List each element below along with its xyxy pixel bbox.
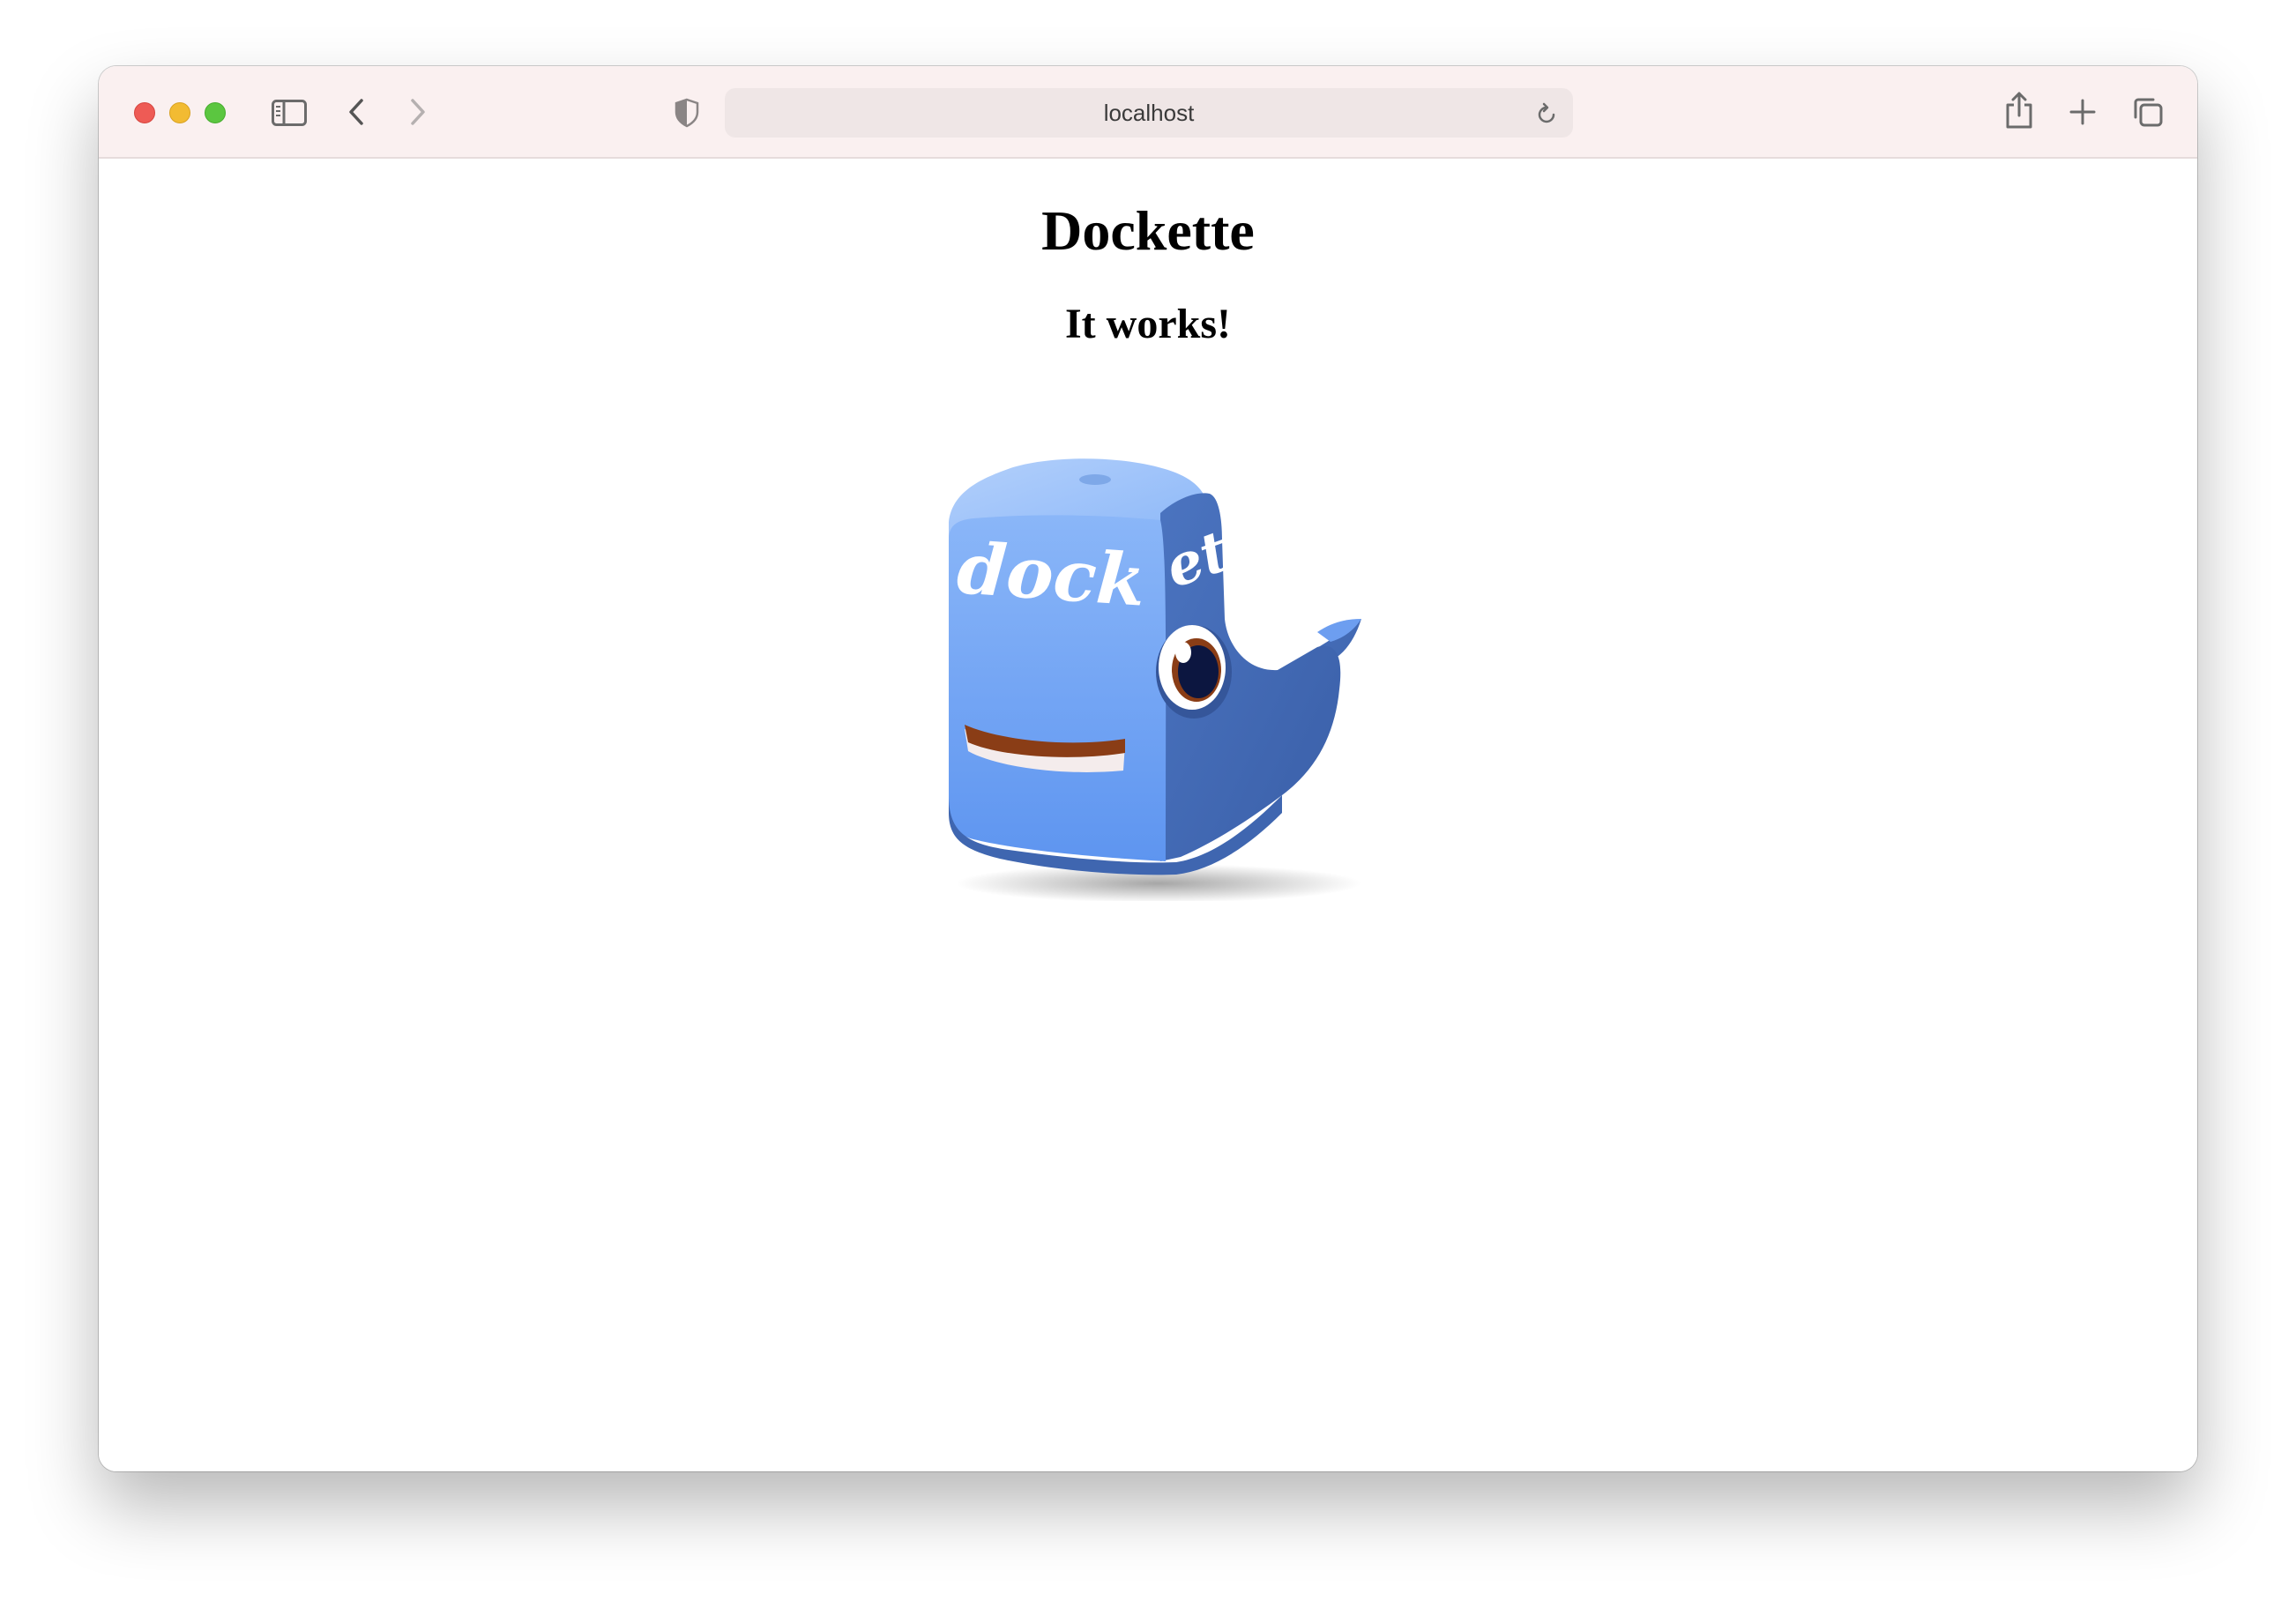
reload-icon[interactable] xyxy=(1536,102,1557,125)
tab-overview-icon[interactable] xyxy=(2132,96,2164,128)
page-title: Dockette xyxy=(1041,199,1255,262)
page-content: Dockette It works! dock ette xyxy=(99,159,2197,1471)
chevron-left-icon[interactable] xyxy=(347,98,365,126)
browser-toolbar: localhost xyxy=(99,66,2197,159)
browser-window: localhost Dockette It works! dock ette xyxy=(99,66,2197,1471)
share-icon[interactable] xyxy=(2004,91,2034,130)
logo-text-dock: dock xyxy=(955,526,1148,622)
plus-icon[interactable] xyxy=(2069,99,2096,125)
address-bar[interactable]: localhost xyxy=(725,88,1573,138)
close-window-button[interactable] xyxy=(134,102,155,123)
page-subtitle: It works! xyxy=(1065,301,1231,347)
zoom-window-button[interactable] xyxy=(205,102,226,123)
chevron-right-icon[interactable] xyxy=(409,98,427,126)
sidebar-icon[interactable] xyxy=(272,100,307,126)
shield-icon[interactable] xyxy=(674,98,700,128)
address-text[interactable]: localhost xyxy=(725,88,1573,138)
minimize-window-button[interactable] xyxy=(169,102,190,123)
dockette-logo: dock ette xyxy=(949,458,1361,901)
